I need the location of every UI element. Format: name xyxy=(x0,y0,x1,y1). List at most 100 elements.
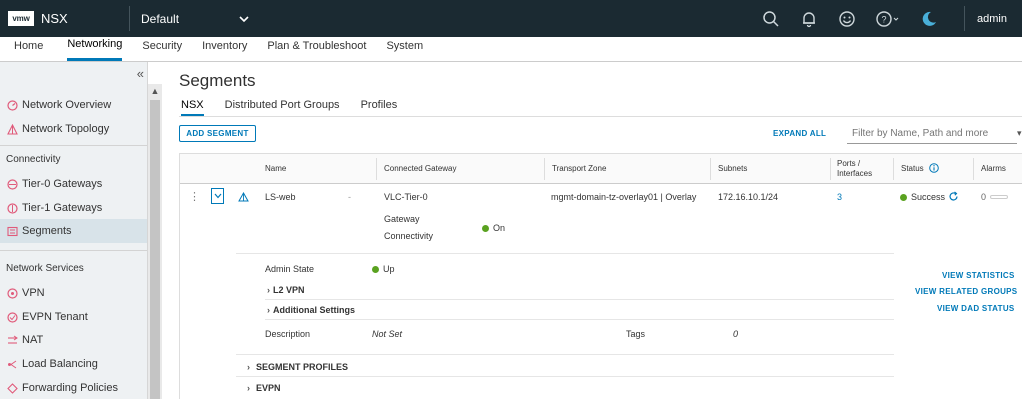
info-icon[interactable] xyxy=(928,162,939,176)
header-actions: ? admin xyxy=(752,0,1022,37)
refresh-icon[interactable] xyxy=(948,191,959,204)
subtab-profiles[interactable]: Profiles xyxy=(361,99,398,116)
row-actions-menu-icon[interactable]: ⋮ xyxy=(189,190,200,203)
sidebar-item-tier1-gateways[interactable]: Tier-1 Gateways xyxy=(0,196,147,220)
column-divider xyxy=(893,158,894,180)
tags-label: Tags xyxy=(626,329,646,339)
expand-all-link[interactable]: EXPAND ALL xyxy=(773,129,826,138)
column-header-status[interactable]: Status xyxy=(895,154,939,184)
feedback-smiley-icon[interactable] xyxy=(835,7,859,31)
brand[interactable]: vmw NSX xyxy=(0,0,68,37)
description-label: Description xyxy=(265,329,311,339)
sidebar-item-load-balancing[interactable]: Load Balancing xyxy=(0,352,147,376)
row-divider xyxy=(236,376,894,377)
svg-text:?: ? xyxy=(882,14,887,24)
project-selector-value: Default xyxy=(141,11,180,26)
gateway-connectivity-value: On xyxy=(493,223,506,233)
scrollbar-thumb[interactable] xyxy=(150,100,160,399)
subtab-distributed-port-groups[interactable]: Distributed Port Groups xyxy=(225,99,340,116)
status-dot xyxy=(372,266,379,273)
ports-count-link[interactable]: 3 xyxy=(837,192,842,202)
evpn-toggle[interactable]: › EVPN xyxy=(247,383,281,393)
tab-home[interactable]: Home xyxy=(14,36,43,61)
sidebar-item-label: Network Overview xyxy=(22,99,112,111)
row-divider xyxy=(236,253,894,254)
column-header-ports-interfaces[interactable]: Ports / Interfaces xyxy=(831,154,872,184)
segment-profiles-label: SEGMENT PROFILES xyxy=(256,362,349,372)
sidebar-divider xyxy=(0,145,147,146)
segment-name[interactable]: LS-web xyxy=(265,192,296,202)
product-name: NSX xyxy=(41,11,68,26)
additional-settings-toggle[interactable]: › Additional Settings xyxy=(267,305,355,315)
notification-bell-icon[interactable] xyxy=(797,7,821,31)
tags-value: 0 xyxy=(733,329,739,339)
tab-plan-troubleshoot[interactable]: Plan & Troubleshoot xyxy=(267,36,366,61)
column-header-subnets[interactable]: Subnets xyxy=(712,154,747,184)
description-value: Not Set xyxy=(372,329,403,339)
view-statistics-link[interactable]: VIEW STATISTICS xyxy=(942,271,1015,280)
column-header-transport-zone[interactable]: Transport Zone xyxy=(546,154,606,184)
row-expand-toggle[interactable] xyxy=(211,188,224,204)
row-divider xyxy=(265,319,894,320)
admin-state-label: Admin State xyxy=(265,264,315,274)
chevron-right-icon: › xyxy=(267,305,270,315)
status-dot xyxy=(900,194,907,201)
nat-icon xyxy=(6,334,18,346)
row-divider xyxy=(265,299,894,300)
evpn-label: EVPN xyxy=(256,383,281,393)
segment-profiles-toggle[interactable]: › SEGMENT PROFILES xyxy=(247,362,348,372)
scroll-up-arrow-icon[interactable]: ▲ xyxy=(148,84,162,98)
add-segment-button[interactable]: ADD SEGMENT xyxy=(179,125,256,142)
chevron-right-icon: › xyxy=(267,285,270,295)
sidebar-item-segments[interactable]: Segments xyxy=(0,219,147,243)
sidebar-item-label: VPN xyxy=(22,287,45,299)
segments-icon xyxy=(6,225,18,237)
admin-state-value: Up xyxy=(383,264,395,274)
sidebar-section-network-services: Network Services xyxy=(6,263,84,274)
column-header-connected-gateway[interactable]: Connected Gateway xyxy=(378,154,457,184)
sidebar-item-label: Network Topology xyxy=(22,123,110,135)
segments-table: Name Connected Gateway Transport Zone Su… xyxy=(179,153,1022,399)
header-divider xyxy=(129,6,130,31)
column-divider xyxy=(544,158,545,180)
filter-input[interactable] xyxy=(847,124,1017,144)
tab-security[interactable]: Security xyxy=(142,36,182,61)
alarms-value: 0 xyxy=(981,192,987,202)
project-selector[interactable]: Default xyxy=(141,0,249,37)
view-related-groups-link[interactable]: VIEW RELATED GROUPS xyxy=(915,287,1017,296)
status-dot xyxy=(482,225,489,232)
page-title: Segments xyxy=(179,71,256,90)
help-icon[interactable]: ? xyxy=(873,7,903,31)
status-success: Success xyxy=(900,192,945,202)
view-dad-status-link[interactable]: VIEW DAD STATUS xyxy=(937,304,1015,313)
collapse-sidebar-icon[interactable]: « xyxy=(137,66,144,81)
segment-type-icon xyxy=(238,191,249,204)
sidebar-item-network-topology[interactable]: Network Topology xyxy=(0,117,147,141)
column-divider xyxy=(376,158,377,180)
tab-networking[interactable]: Networking xyxy=(67,36,123,61)
tab-inventory[interactable]: Inventory xyxy=(202,36,247,61)
sidebar-item-label: Forwarding Policies xyxy=(22,382,118,394)
search-icon[interactable] xyxy=(759,7,783,31)
l2vpn-section-toggle[interactable]: › L2 VPN xyxy=(267,285,305,295)
sidebar-item-label: Tier-1 Gateways xyxy=(22,202,103,214)
column-header-name[interactable]: Name xyxy=(259,154,286,184)
dark-mode-moon-icon[interactable] xyxy=(917,7,941,31)
sidebar-item-vpn[interactable]: VPN xyxy=(0,281,147,305)
subtab-nsx[interactable]: NSX xyxy=(181,99,204,116)
main-nav: Home Networking Security Inventory Plan … xyxy=(0,37,1022,62)
user-menu[interactable]: admin xyxy=(977,13,1007,25)
sidebar-item-forwarding-policies[interactable]: Forwarding Policies xyxy=(0,376,147,399)
chevron-down-icon xyxy=(239,12,249,26)
tab-system[interactable]: System xyxy=(386,36,423,61)
sidebar-item-tier0-gateways[interactable]: Tier-0 Gateways xyxy=(0,172,147,196)
column-divider xyxy=(710,158,711,180)
sidebar-item-label: NAT xyxy=(22,334,44,346)
status-value: Success xyxy=(911,192,946,202)
segment-name-dash: - xyxy=(348,192,351,202)
sidebar-item-evpn-tenant[interactable]: EVPN Tenant xyxy=(0,305,147,329)
sidebar-item-network-overview[interactable]: Network Overview xyxy=(0,93,147,117)
sidebar-item-nat[interactable]: NAT xyxy=(0,328,147,352)
filter-dropdown-icon[interactable]: ▾ xyxy=(1017,128,1022,139)
column-header-alarms[interactable]: Alarms xyxy=(975,154,1006,184)
